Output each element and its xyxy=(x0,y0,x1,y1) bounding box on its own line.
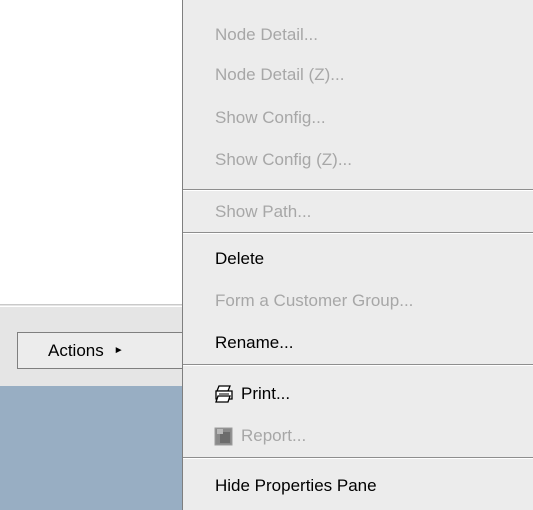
menu-item-show-config[interactable]: Show Config... xyxy=(183,103,533,132)
menu-item-print[interactable]: Print... xyxy=(183,379,533,408)
actions-button-label: Actions xyxy=(48,340,104,360)
menu-item-show-config-z[interactable]: Show Config (Z)... xyxy=(183,145,533,174)
menu-item-report-label: Report... xyxy=(241,426,307,445)
menu-item-delete[interactable]: Delete xyxy=(183,244,533,273)
menu-item-show-path[interactable]: Show Path... xyxy=(183,197,533,226)
menu-item-node-detail-z[interactable]: Node Detail (Z)... xyxy=(183,60,533,89)
actions-context-menu: Node Detail... Node Detail (Z)... Show C… xyxy=(182,0,533,510)
menu-separator xyxy=(183,232,533,234)
report-icon xyxy=(214,426,234,446)
properties-panel-area xyxy=(0,386,183,510)
menu-item-report[interactable]: Report... xyxy=(183,421,533,450)
menu-item-node-detail[interactable]: Node Detail... xyxy=(183,20,533,49)
menu-item-hide-properties-pane[interactable]: Hide Properties Pane xyxy=(183,471,533,500)
actions-button[interactable]: Actions ► xyxy=(17,332,189,369)
menu-item-rename[interactable]: Rename... xyxy=(183,328,533,357)
menu-separator xyxy=(183,189,533,191)
toolbar-divider xyxy=(0,306,183,307)
menu-separator xyxy=(183,457,533,459)
menu-item-print-label: Print... xyxy=(241,384,291,403)
printer-icon xyxy=(214,384,234,404)
menu-separator xyxy=(183,364,533,366)
submenu-arrow-icon: ► xyxy=(113,344,124,356)
menu-item-form-customer-group[interactable]: Form a Customer Group... xyxy=(183,286,533,315)
